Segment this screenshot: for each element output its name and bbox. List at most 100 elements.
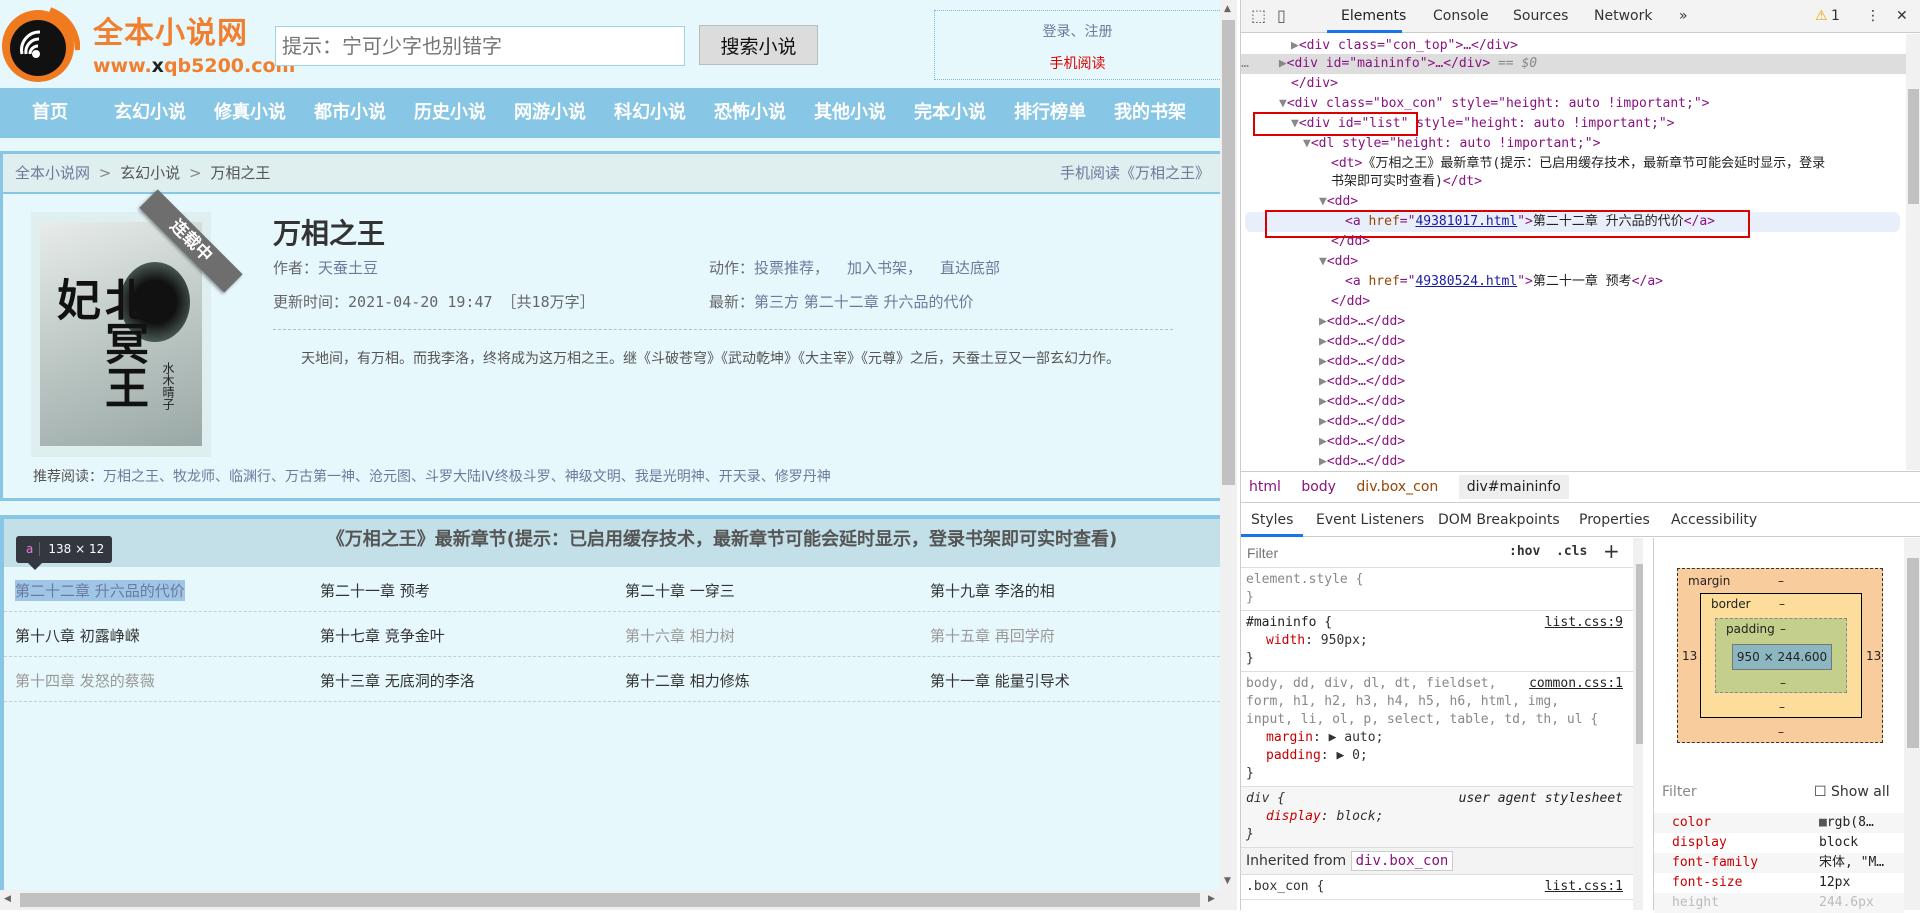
warning-count[interactable]: 1 <box>1831 8 1840 24</box>
scroll-left-icon[interactable]: ◀ <box>4 894 11 904</box>
nav-wangyou[interactable]: 网游小说 <box>500 88 600 138</box>
chapter-link[interactable]: 第十二章 相力修炼 <box>625 670 750 691</box>
dom-node[interactable]: <a href="49380524.html">第二十一章 预考</a> <box>1345 272 1663 292</box>
breadcrumb-home[interactable]: 全本小说网 <box>15 164 90 182</box>
dom-node[interactable]: ▶<dd>…</dd> <box>1319 452 1405 470</box>
recommend-links[interactable]: 万相之王、牧龙师、临渊行、万古第一神、沧元图、斗罗大陆IV终极斗罗、神级文明、我… <box>103 469 831 485</box>
source-link[interactable]: list.css:9 <box>1545 614 1623 632</box>
dom-node[interactable]: ▼<div class="box_con" style="height: aut… <box>1279 94 1709 114</box>
inspect-element-icon[interactable]: ⬚ <box>1251 6 1266 25</box>
dom-node[interactable]: ▶<dd>…</dd> <box>1319 432 1405 452</box>
crumb-box-con[interactable]: div.box_con <box>1356 479 1438 495</box>
tab-sources[interactable]: Sources <box>1513 8 1568 24</box>
nav-ranking[interactable]: 排行榜单 <box>1000 88 1100 138</box>
dom-node[interactable]: ▼<dd> <box>1319 252 1358 272</box>
dom-node[interactable]: <dt>《万相之王》最新章节(提示：已启用缓存技术，最新章节可能会延时显示，登录 <box>1331 154 1825 174</box>
scrollbar-thumb[interactable] <box>1907 558 1919 748</box>
scrollbar-thumb[interactable] <box>20 893 1200 907</box>
crumb-html[interactable]: html <box>1249 479 1281 495</box>
chapter-link[interactable]: 第十四章 发怒的蔡薇 <box>15 670 155 691</box>
new-rule-button[interactable]: + <box>1603 539 1620 563</box>
hover-state-button[interactable]: :hov <box>1509 544 1540 559</box>
nav-lishi[interactable]: 历史小说 <box>400 88 500 138</box>
chapter-link[interactable]: 第二十章 一穿三 <box>625 580 735 601</box>
chapter-link[interactable]: 第二十一章 预考 <box>320 580 430 601</box>
computed-filter-input[interactable]: Filter <box>1662 784 1697 800</box>
scrollbar-thumb[interactable] <box>1222 20 1235 485</box>
search-input[interactable] <box>275 26 685 66</box>
dom-node[interactable]: ▶<dd>…</dd> <box>1319 332 1405 352</box>
mobile-read-link[interactable]: 手机阅读《万相之王》 <box>1060 154 1210 192</box>
dom-node[interactable]: ▼<dd> <box>1319 192 1358 212</box>
nav-xiuzhen[interactable]: 修真小说 <box>200 88 300 138</box>
page-vertical-scrollbar[interactable]: ▲ ▼ <box>1220 0 1237 890</box>
breadcrumb-category[interactable]: 玄幻小说 <box>120 164 180 182</box>
chapter-link[interactable]: 第十三章 无底洞的李洛 <box>320 670 475 691</box>
tab-styles[interactable]: Styles <box>1251 512 1293 528</box>
tab-event-listeners[interactable]: Event Listeners <box>1316 512 1424 528</box>
tab-network[interactable]: Network <box>1594 8 1652 24</box>
tab-accessibility[interactable]: Accessibility <box>1671 512 1757 528</box>
crumb-maininfo[interactable]: div#maininfo <box>1458 475 1569 499</box>
computed-property[interactable]: height 244.6px <box>1654 893 1904 913</box>
box-model-content[interactable]: 950 × 244.600 <box>1732 644 1832 670</box>
inherited-element[interactable]: div.box_con <box>1350 851 1454 871</box>
tab-dom-breakpoints[interactable]: DOM Breakpoints <box>1438 512 1560 528</box>
styles-scrollbar[interactable] <box>1633 538 1643 910</box>
dom-node[interactable]: ▶<dd>…</dd> <box>1319 352 1405 372</box>
nav-bookshelf[interactable]: 我的书架 <box>1100 88 1200 138</box>
dom-node[interactable]: ▶<dd>…</dd> <box>1319 392 1405 412</box>
computed-property[interactable]: color ■rgb(8… <box>1654 813 1904 833</box>
dom-node[interactable]: ▼<dl style="height: auto !important;"> <box>1303 134 1600 154</box>
source-link[interactable]: common.css:1 <box>1529 675 1623 693</box>
nav-xuanhuan[interactable]: 玄幻小说 <box>100 88 200 138</box>
device-toolbar-icon[interactable]: ▯ <box>1277 6 1286 25</box>
chapter-link[interactable]: 第十六章 相力树 <box>625 625 735 646</box>
mobile-reading-link[interactable]: 手机阅读 <box>935 53 1220 73</box>
scroll-up-icon[interactable]: ▲ <box>1224 4 1231 14</box>
scrollbar-thumb[interactable] <box>1636 564 1643 744</box>
nav-home[interactable]: 首页 <box>0 88 100 138</box>
chapter-link[interactable]: 第十八章 初露峥嵘 <box>15 625 140 646</box>
computed-property[interactable]: font-size 12px <box>1654 873 1904 893</box>
chapter-link[interactable]: 第十五章 再回学府 <box>930 625 1055 646</box>
chapter-link[interactable]: 第十九章 李洛的相 <box>930 580 1055 601</box>
computed-property[interactable]: font-family 宋体, "M… <box>1654 853 1904 873</box>
chapter-link[interactable]: 第十七章 竞争金叶 <box>320 625 445 646</box>
href-link[interactable]: 49380524.html <box>1415 274 1517 289</box>
computed-property[interactable]: display block <box>1654 833 1904 853</box>
nav-qita[interactable]: 其他小说 <box>800 88 900 138</box>
more-tabs-button[interactable]: » <box>1679 8 1688 24</box>
scroll-down-icon[interactable]: ▼ <box>1224 876 1231 886</box>
chapter-link[interactable]: 第十一章 能量引导术 <box>930 670 1070 691</box>
chapter-link[interactable]: 第二十二章 升六品的代价 <box>15 580 185 601</box>
nav-kehuan[interactable]: 科幻小说 <box>600 88 700 138</box>
dom-node[interactable]: </div> <box>1291 74 1338 94</box>
show-all-checkbox[interactable]: ☐ Show all <box>1814 784 1890 800</box>
vote-link[interactable]: 投票推荐， <box>754 259 829 277</box>
more-options-icon[interactable]: ⋮ <box>1866 8 1880 24</box>
dom-node[interactable]: ▶<div class="con_top">…</div> <box>1291 36 1518 56</box>
site-name[interactable]: 全本小说网 <box>93 8 248 52</box>
nav-dushi[interactable]: 都市小说 <box>300 88 400 138</box>
dom-tree-scrollbar[interactable] <box>1906 34 1920 470</box>
author-link[interactable]: 天蚕土豆 <box>318 259 378 277</box>
dom-node[interactable]: ▶<dd>…</dd> <box>1319 312 1405 332</box>
tab-elements[interactable]: Elements <box>1341 8 1406 24</box>
nav-kongbu[interactable]: 恐怖小说 <box>700 88 800 138</box>
search-button[interactable]: 搜索小说 <box>699 25 818 65</box>
class-button[interactable]: .cls <box>1556 544 1587 559</box>
go-bottom-link[interactable]: 直达底部 <box>940 259 1000 277</box>
login-register-link[interactable]: 登录、注册 <box>935 21 1220 41</box>
scroll-right-icon[interactable]: ▶ <box>1208 894 1215 904</box>
computed-scrollbar[interactable] <box>1904 538 1920 910</box>
add-bookshelf-link[interactable]: 加入书架， <box>847 259 922 277</box>
page-horizontal-scrollbar[interactable]: ◀ ▶ <box>0 890 1237 910</box>
dom-node[interactable]: ▶<dd>…</dd> <box>1319 372 1405 392</box>
scrollbar-thumb[interactable] <box>1908 89 1919 204</box>
dom-node[interactable]: ▶<dd>…</dd> <box>1319 412 1405 432</box>
book-cover[interactable]: 北冥王妃 水木晴子 连载中 <box>31 189 243 457</box>
crumb-body[interactable]: body <box>1301 479 1336 495</box>
close-devtools-icon[interactable]: ✕ <box>1896 8 1908 24</box>
tab-console[interactable]: Console <box>1433 8 1489 24</box>
